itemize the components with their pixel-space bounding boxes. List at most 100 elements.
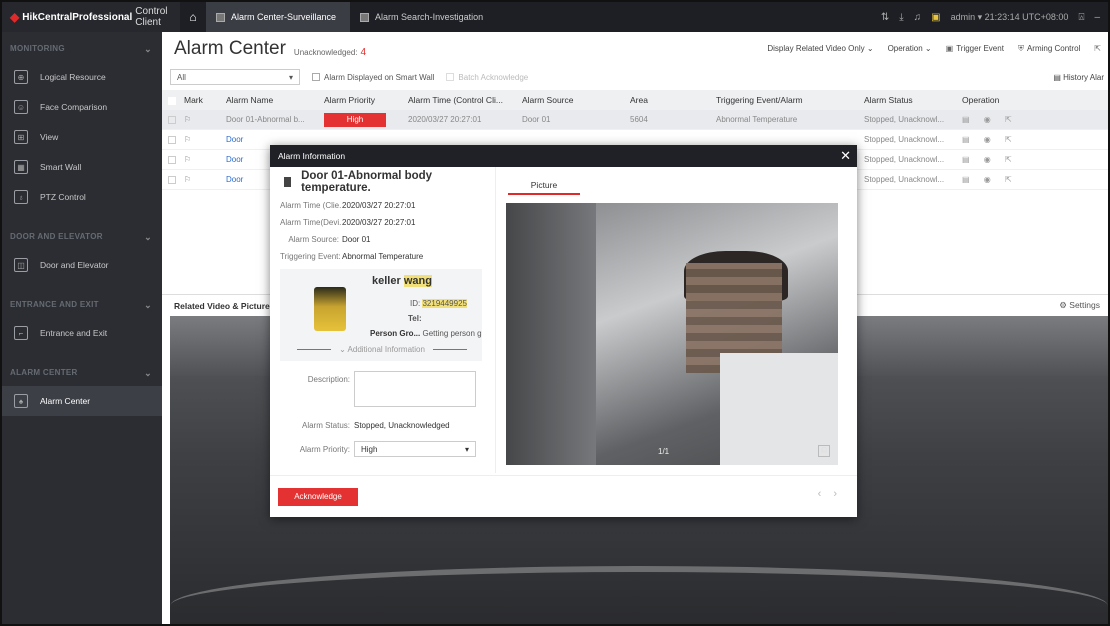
bell-icon[interactable]: ♫ [914,12,922,23]
unack-label: Unacknowledged: [293,47,358,57]
sidebar-item-label: Logical Resource [40,72,106,82]
alarm-information-dialog: Alarm Information ✕ Door 01-Abnormal bod… [270,145,857,517]
sidebar-item-door-elevator[interactable]: ◫ Door and Elevator [2,250,162,280]
transfer-icon[interactable]: ⇅ [881,12,889,23]
sidebar-item-logical-resource[interactable]: ⊕ Logical Resource [2,62,162,92]
acknowledge-button[interactable]: Acknowledge [278,488,358,506]
unack-value: 4 [360,46,367,58]
hik-logo-icon: ◆ [10,10,20,24]
table-header: Mark Alarm Name Alarm Priority Alarm Tim… [162,90,1108,110]
trigger-event: Abnormal Temperature [716,115,798,124]
flag-icon[interactable]: ⚐ [178,115,220,124]
home-icon[interactable]: ⌂ [180,10,206,24]
operation-icons[interactable]: ▤ ◉ ⇱ [956,175,1046,184]
operation-icons[interactable]: ▤ ◉ ⇱ [956,115,1046,124]
settings-label: Settings [1069,300,1100,310]
person-id: ID: 3219449925 [410,299,467,308]
sidebar-item-label: View [40,132,59,142]
col-source[interactable]: Alarm Source [516,95,624,105]
col-alarm-name[interactable]: Alarm Name [220,95,318,105]
filter-value: All [177,72,186,82]
sidebar-item-face-comparison[interactable]: ☺ Face Comparison [2,92,162,122]
batch-ack-checkbox[interactable] [446,73,455,81]
settings-button[interactable]: ⚙ Settings [1059,300,1108,311]
related-video-dropdown[interactable]: Display Related Video Only ⌄ [767,44,873,54]
alarm-status: Stopped, Unacknowl... [864,175,945,184]
description-input[interactable] [354,371,476,407]
area: 5604 [630,115,648,124]
group-value: Getting person gr... [422,329,482,338]
alarm-status: Stopped, Unacknowl... [864,115,945,124]
operation-icons[interactable]: ▤ ◉ ⇱ [956,155,1046,164]
sidebar-section-monitoring[interactable]: MONITORING ⌄ [2,36,162,62]
page-title: Alarm Center [174,38,286,59]
flag-icon[interactable]: ⚐ [178,175,220,184]
top-bar: ◆ HikCentral Professional Control Client … [2,2,1108,32]
sidebar-item-ptz-control[interactable]: ♁ PTZ Control [2,182,162,212]
sidebar-section-alarm-center[interactable]: ALARM CENTER ⌄ [2,360,162,386]
row-checkbox[interactable] [162,175,178,184]
minimize-icon[interactable]: – [1094,12,1100,23]
tab-alarm-center[interactable]: Alarm Center-Surveillance [206,2,351,32]
tab-picture[interactable]: Picture [508,175,580,195]
field-key: Alarm Time(Devi... [280,218,342,227]
flag-icon[interactable]: ⚐ [178,135,220,144]
next-icon[interactable]: › [833,488,849,500]
brand-client: Control Client [135,6,168,28]
table-row[interactable]: ⚐ Door 01-Abnormal b... High 2020/03/27 … [162,110,1108,130]
field-value: 2020/03/27 20:27:01 [342,201,416,210]
zoom-icon[interactable]: ⊡ [818,445,830,457]
sidebar-item-label: Door and Elevator [40,260,109,270]
sidebar-item-smart-wall[interactable]: ▦ Smart Wall [2,152,162,182]
sidebar-item-alarm-center[interactable]: ♠ Alarm Center [2,386,162,416]
sidebar-section-entrance-exit[interactable]: ENTRANCE AND EXIT ⌄ [2,292,162,318]
additional-info-label: Additional Information [347,345,425,354]
dialog-footer: Acknowledge ‹› [270,475,857,517]
select-all-checkbox[interactable] [162,95,178,105]
row-checkbox[interactable] [162,135,178,144]
person-first-name: keller [372,275,401,287]
operation-dropdown[interactable]: Operation ⌄ [888,44,932,54]
close-icon[interactable]: ✕ [840,148,857,164]
priority-select[interactable]: High ▾ [354,441,476,457]
sidebar-section-door-elevator[interactable]: DOOR AND ELEVATOR ⌄ [2,224,162,250]
col-time[interactable]: Alarm Time (Control Cli... [402,95,516,105]
user-menu[interactable]: admin ▾ 21:23:14 UTC+08:00 [951,12,1069,23]
alarm-source: Door 01 [522,115,551,124]
sidebar-item-entrance-exit[interactable]: ⌐ Entrance and Exit [2,318,162,348]
field-value: Door 01 [342,235,371,244]
col-event[interactable]: Triggering Event/Alarm [710,95,858,105]
prev-icon[interactable]: ‹ [818,488,834,500]
picture-panel: Picture 1/1 ⊡ [495,167,851,473]
arming-control-button[interactable]: ⛨ Arming Control [1018,44,1080,54]
col-status[interactable]: Alarm Status [858,95,956,105]
field-alarm-source: Alarm Source: Door 01 [280,231,482,248]
additional-info-toggle[interactable]: ⌄ Additional Information [286,345,478,354]
tab-alarm-search[interactable]: Alarm Search-Investigation [350,2,497,32]
col-priority[interactable]: Alarm Priority [318,95,402,105]
brand-name: HikCentral [22,11,73,23]
flag-icon[interactable]: ⚐ [178,155,220,164]
row-checkbox[interactable] [162,155,178,164]
export-icon[interactable]: ⇱ [1094,44,1101,54]
lock-icon[interactable]: ⍓ [1078,12,1084,23]
download-icon[interactable]: ⤓ [899,12,903,23]
col-area[interactable]: Area [624,95,710,105]
alarm-type-icon [284,177,292,187]
sidebar-item-view[interactable]: ⊞ View [2,122,162,152]
dialog-header: Alarm Information ✕ [270,145,857,167]
history-alarm-button[interactable]: ▤ History Alar [1053,73,1108,82]
col-mark[interactable]: Mark [178,95,220,105]
alarm-details-panel: Door 01-Abnormal body temperature. Alarm… [280,167,482,467]
wall-icon: ▦ [14,160,28,174]
smart-wall-checkbox[interactable] [312,73,320,81]
alarm-filter-select[interactable]: All ▾ [170,69,300,85]
row-checkbox[interactable] [162,115,178,124]
alarm-tab-icon [216,12,225,22]
warning-icon[interactable]: ▣ [931,12,940,23]
shield-icon: ⛨ [1017,44,1024,53]
operation-icons[interactable]: ▤ ◉ ⇱ [956,135,1046,144]
priority-value: High [361,444,378,454]
trigger-event-button[interactable]: ▣ Trigger Event [946,44,1004,54]
alarm-picture[interactable]: 1/1 ⊡ [506,203,838,465]
